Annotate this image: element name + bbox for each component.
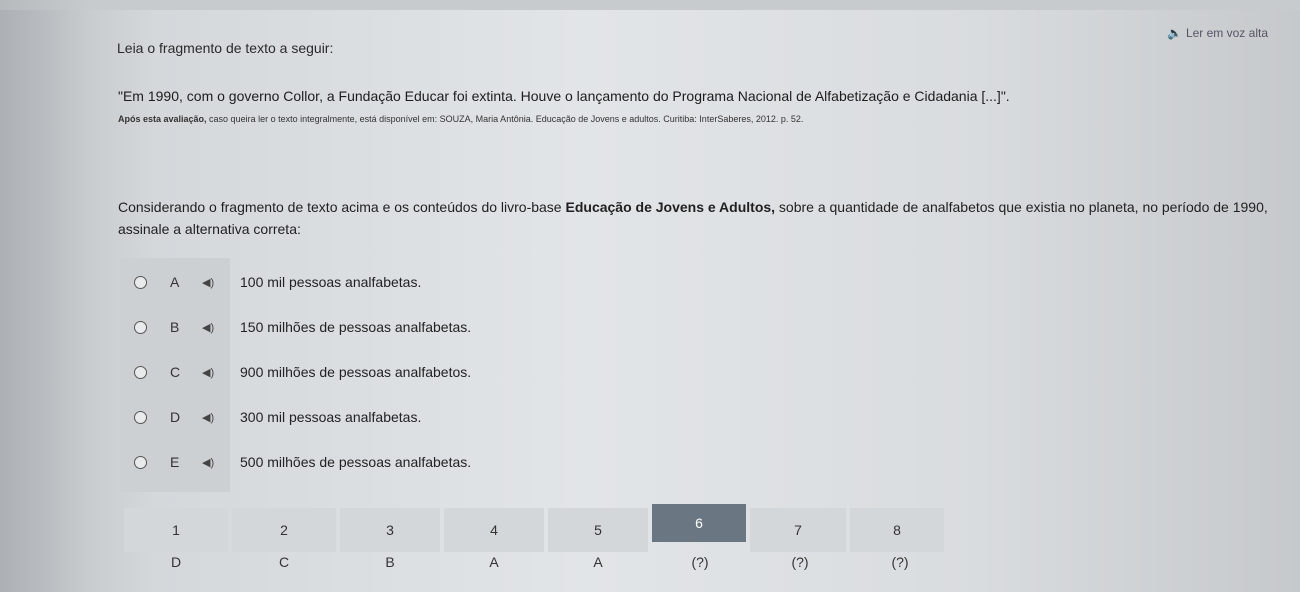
option-text: 500 milhões de pessoas analfabetas. — [240, 454, 472, 470]
radio-icon[interactable] — [134, 455, 147, 469]
answer-4: A — [489, 554, 499, 570]
speaker-icon[interactable]: ◀) — [202, 456, 214, 469]
option-letter: D — [170, 409, 181, 425]
speaker-icon[interactable]: ◀) — [202, 276, 214, 289]
quote-text: "Em 1990, com o governo Collor, a Fundaç… — [118, 88, 1010, 104]
answer-7: (?) — [791, 554, 809, 570]
option-text: 100 mil pessoas analfabetas. — [240, 274, 422, 290]
radio-icon[interactable] — [134, 365, 147, 379]
answer-6: (?) — [691, 554, 709, 570]
radio-icon[interactable] — [134, 275, 147, 289]
option-b[interactable]: B ◀) 150 milhões de pessoas analfabetas. — [120, 307, 1000, 347]
option-c[interactable]: C ◀) 900 milhões de pessoas analfabetos. — [120, 352, 1000, 392]
question-navigation: 1 2 3 4 5 6 7 8 — [124, 500, 944, 554]
source-note-bold: Após esta avaliação, — [118, 114, 207, 124]
question-tab-5[interactable]: 5 — [548, 508, 648, 552]
question-tab-4[interactable]: 4 — [444, 508, 544, 552]
question-tab-6[interactable]: 6 — [652, 504, 746, 542]
option-a[interactable]: A ◀) 100 mil pessoas analfabetas. — [120, 262, 1000, 302]
answer-2: C — [278, 554, 290, 570]
option-letter: A — [170, 274, 180, 290]
speaker-icon[interactable]: ◀) — [202, 321, 214, 334]
source-note-rest: caso queira ler o texto integralmente, e… — [206, 114, 804, 124]
answer-3: B — [385, 554, 395, 570]
option-d[interactable]: D ◀) 300 mil pessoas analfabetas. — [120, 397, 1000, 437]
answer-options: A ◀) 100 mil pessoas analfabetas. B ◀) 1… — [120, 258, 1000, 492]
read-aloud-label: Ler em voz alta — [1185, 26, 1268, 40]
left-shadow — [0, 0, 90, 592]
option-e[interactable]: E ◀) 500 milhões de pessoas analfabetas. — [120, 442, 1000, 482]
option-text: 900 milhões de pessoas analfabetos. — [240, 364, 472, 380]
option-letter: B — [170, 319, 180, 335]
question-tab-3[interactable]: 3 — [340, 508, 440, 552]
read-aloud-button[interactable]: 🔈 Ler em voz alta — [1167, 26, 1268, 40]
option-text: 150 milhões de pessoas analfabetas. — [240, 319, 472, 335]
answer-1: D — [170, 554, 182, 570]
option-letter: E — [170, 454, 180, 470]
speaker-icon[interactable]: ◀) — [202, 366, 214, 379]
question-tab-8[interactable]: 8 — [850, 508, 944, 552]
question-text: Considerando o fragmento de texto acima … — [118, 196, 1288, 240]
top-bar — [0, 0, 1300, 10]
intro-text: Leia o fragmento de texto a seguir: — [117, 40, 334, 56]
answer-8: (?) — [891, 554, 909, 570]
option-text: 300 mil pessoas analfabetas. — [240, 409, 422, 425]
option-letter: C — [170, 364, 181, 380]
question-tab-7[interactable]: 7 — [750, 508, 846, 552]
source-note: Após esta avaliação, caso queira ler o t… — [118, 114, 803, 124]
speaker-icon[interactable]: ◀) — [202, 411, 214, 424]
question-tab-1[interactable]: 1 — [124, 508, 228, 552]
question-tab-2[interactable]: 2 — [232, 508, 336, 552]
radio-icon[interactable] — [134, 320, 147, 334]
question-before: Considerando o fragmento de texto acima … — [118, 199, 566, 215]
radio-icon[interactable] — [134, 410, 147, 424]
question-book-title: Educação de Jovens e Adultos, — [565, 199, 776, 215]
speaker-icon: 🔈 — [1167, 26, 1182, 40]
answer-5: A — [593, 554, 603, 570]
